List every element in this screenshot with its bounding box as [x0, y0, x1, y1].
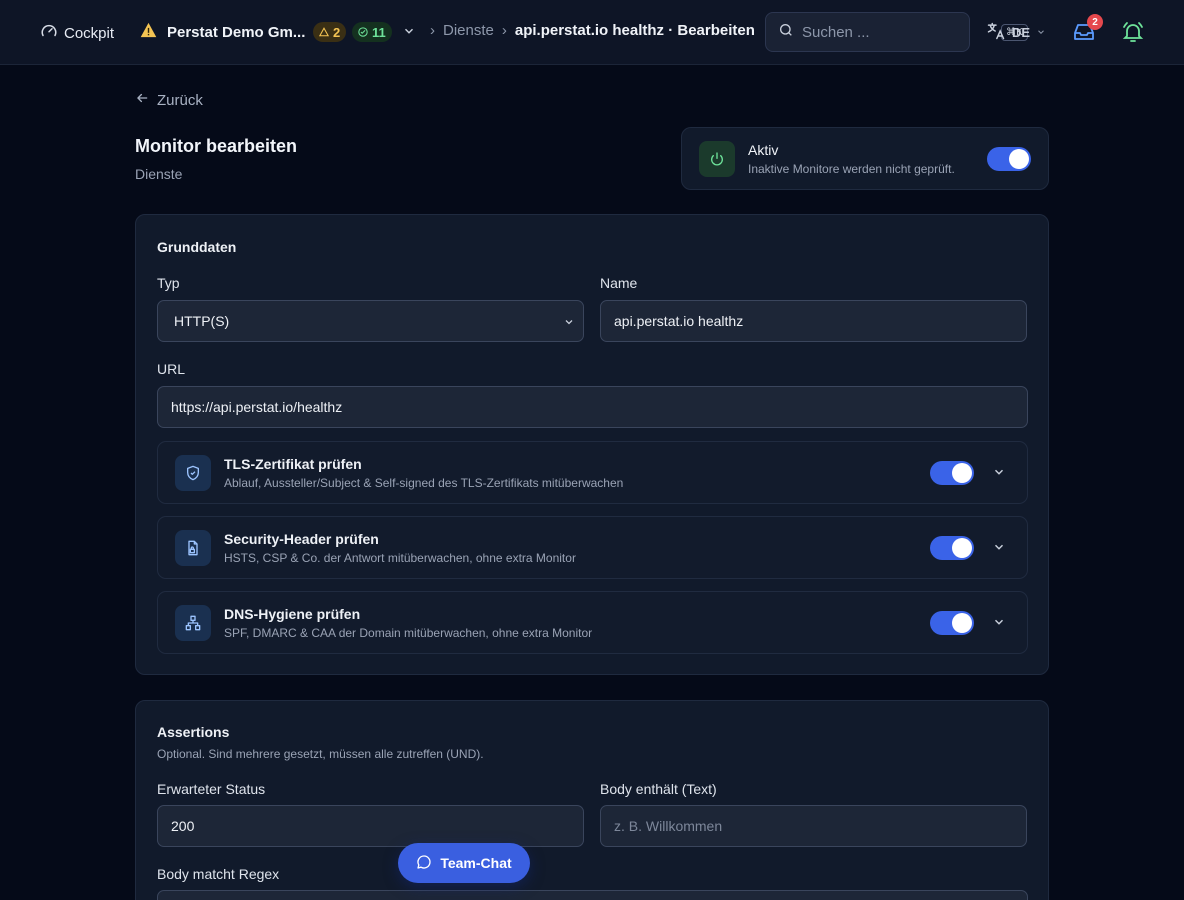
dns-check-toggle[interactable]: [930, 611, 974, 635]
translate-icon: [986, 21, 1006, 44]
basic-data-card: Grunddaten Typ HTTP(S) Name URL TLS-Zert…: [135, 214, 1049, 675]
breadcrumb-parent[interactable]: Dienste: [443, 22, 494, 39]
assertions-title: Assertions: [157, 724, 230, 740]
toggle-knob: [1009, 149, 1029, 169]
type-select[interactable]: HTTP(S): [157, 300, 584, 342]
assertions-card: Assertions Optional. Sind mehrere gesetz…: [135, 700, 1049, 900]
expand-chevron-icon[interactable]: [992, 465, 1006, 484]
dns-check-row[interactable]: DNS-Hygiene prüfen SPF, DMARC & CAA der …: [157, 591, 1028, 654]
check-circle-icon: [358, 25, 368, 40]
chat-bubble-icon: [416, 854, 432, 873]
ok-count-badge[interactable]: 11: [352, 22, 392, 42]
search-input[interactable]: [802, 23, 1001, 41]
type-value: HTTP(S): [174, 313, 230, 329]
url-input[interactable]: [157, 386, 1028, 428]
breadcrumb-current: api.perstat.io healthz · Bearbeiten: [514, 22, 755, 39]
search-box[interactable]: ⌘K: [765, 12, 1028, 52]
security-header-check-toggle[interactable]: [930, 536, 974, 560]
chevron-down-icon: [563, 315, 575, 331]
chevron-down-icon: [1036, 25, 1046, 40]
team-chat-label: Team-Chat: [440, 855, 512, 871]
arrow-left-icon: [135, 91, 149, 109]
warning-count: 2: [333, 24, 341, 40]
page-subtitle: Dienste: [135, 166, 183, 182]
shield-icon: [175, 455, 211, 491]
toggle-knob: [952, 463, 972, 483]
expand-chevron-icon[interactable]: [992, 540, 1006, 559]
language-switcher[interactable]: DE: [986, 21, 1046, 44]
org-switcher[interactable]: Perstat Demo Gm...: [140, 22, 305, 42]
expand-chevron-icon[interactable]: [992, 615, 1006, 634]
name-input[interactable]: [600, 300, 1027, 342]
breadcrumb-separator-icon: ›: [501, 22, 507, 39]
active-label: Aktiv: [748, 142, 779, 158]
tls-check-description: Ablauf, Aussteller/Subject & Self-signed…: [224, 476, 624, 490]
team-chat-button[interactable]: Team-Chat: [398, 843, 530, 883]
active-toggle[interactable]: [987, 147, 1031, 171]
ok-count: 11: [372, 24, 386, 40]
body-contains-input[interactable]: [600, 805, 1027, 847]
warning-count-badge[interactable]: 2: [313, 22, 347, 42]
dns-check-description: SPF, DMARC & CAA der Domain mitüberwache…: [224, 626, 593, 640]
top-bar: Cockpit Perstat Demo Gm... 2 11 › Dienst…: [0, 0, 1184, 65]
back-link[interactable]: Zurück: [135, 91, 203, 109]
body-contains-label: Body enthält (Text): [600, 781, 717, 797]
status-label: Erwarteter Status: [157, 781, 266, 797]
bell-icon[interactable]: [1121, 20, 1145, 44]
security-header-check-row[interactable]: Security-Header prüfen HSTS, CSP & Co. d…: [157, 516, 1028, 579]
name-label: Name: [600, 275, 638, 291]
breadcrumb: › Dienste › api.perstat.io healthz · Bea…: [430, 22, 755, 39]
cockpit-link[interactable]: Cockpit: [40, 22, 114, 44]
toggle-knob: [952, 613, 972, 633]
network-icon: [175, 605, 211, 641]
org-name: Perstat Demo Gm...: [167, 23, 306, 41]
cockpit-label: Cockpit: [64, 24, 115, 42]
security-header-check-description: HSTS, CSP & Co. der Antwort mitüberwache…: [224, 551, 576, 565]
org-chevron-down-icon[interactable]: [402, 24, 416, 38]
tls-check-title: TLS-Zertifikat prüfen: [224, 456, 362, 472]
language-code: DE: [1012, 25, 1031, 40]
basic-data-title: Grunddaten: [157, 239, 237, 255]
dns-check-title: DNS-Hygiene prüfen: [224, 606, 361, 622]
file-lock-icon: [175, 530, 211, 566]
search-icon: [778, 22, 794, 43]
tls-check-row[interactable]: TLS-Zertifikat prüfen Ablauf, Aussteller…: [157, 441, 1028, 504]
body-regex-label: Body matcht Regex: [157, 866, 280, 882]
url-label: URL: [157, 361, 186, 377]
warning-icon: [140, 22, 157, 42]
gauge-icon: [40, 22, 58, 44]
tls-check-toggle[interactable]: [930, 461, 974, 485]
assertions-subtitle: Optional. Sind mehrere gesetzt, müssen a…: [157, 747, 484, 761]
breadcrumb-separator-icon: ›: [430, 22, 435, 39]
body-regex-input[interactable]: [157, 890, 1028, 900]
toggle-knob: [952, 538, 972, 558]
security-header-check-title: Security-Header prüfen: [224, 531, 379, 547]
active-description: Inaktive Monitore werden nicht geprüft.: [748, 162, 955, 176]
warning-small-icon: [318, 25, 330, 40]
type-label: Typ: [157, 275, 180, 291]
back-label: Zurück: [157, 91, 203, 109]
page-title: Monitor bearbeiten: [135, 136, 298, 156]
power-icon: [699, 141, 735, 177]
inbox-count-badge: 2: [1087, 14, 1103, 30]
active-card: Aktiv Inaktive Monitore werden nicht gep…: [681, 127, 1049, 190]
expected-status-input[interactable]: [157, 805, 584, 847]
